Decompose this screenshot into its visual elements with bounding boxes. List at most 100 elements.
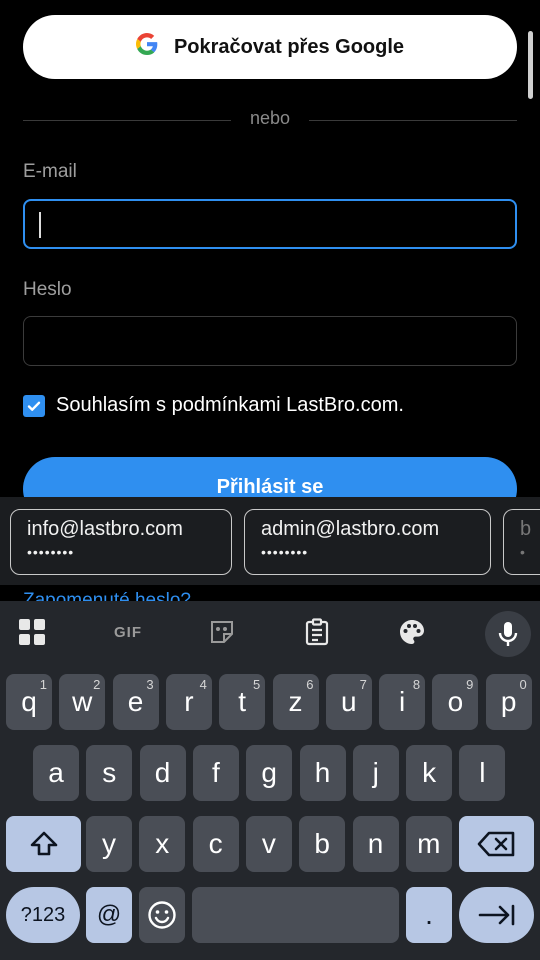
password-field[interactable] (23, 316, 517, 366)
suggestion-email: admin@lastbro.com (261, 518, 440, 540)
key-label: q (21, 686, 37, 717)
key-label: j (372, 757, 379, 788)
key-j[interactable]: j (352, 745, 399, 801)
key-label: n (367, 828, 384, 859)
key-number-hint: 5 (252, 677, 261, 692)
key-i[interactable]: i8 (379, 674, 426, 730)
key-label: z (288, 686, 303, 717)
key-label: l (479, 757, 486, 788)
apps-grid-icon[interactable] (14, 614, 50, 650)
key-label: h (314, 757, 331, 788)
divider-line-left (23, 120, 231, 121)
shift-icon (30, 831, 57, 856)
checkmark-icon (27, 401, 41, 411)
key-l[interactable]: l (459, 745, 506, 801)
key-label: r (184, 686, 194, 717)
key-number-hint: 1 (39, 677, 47, 692)
key-label: y (102, 828, 116, 859)
key-label: f (212, 757, 220, 788)
key-y[interactable]: y (86, 816, 132, 872)
key-label: m (417, 828, 441, 859)
key-v[interactable]: v (245, 816, 292, 872)
key-x[interactable]: x (139, 816, 186, 872)
text-cursor (39, 212, 41, 238)
key-label: x (155, 828, 170, 859)
consent-checkbox[interactable] (23, 395, 45, 417)
key-label: c (208, 828, 223, 859)
key-d[interactable]: d (139, 745, 186, 801)
key-w[interactable]: w2 (59, 674, 106, 730)
symbols-key[interactable]: ?123 (6, 887, 80, 943)
key-b[interactable]: b (299, 816, 346, 872)
key-t[interactable]: t5 (219, 674, 266, 730)
at-key[interactable]: @ (86, 887, 132, 943)
suggestion-email: b (520, 518, 532, 540)
palette-icon[interactable] (394, 614, 430, 650)
key-e[interactable]: e3 (112, 674, 159, 730)
key-number-hint: 3 (146, 677, 154, 692)
password-label: Heslo (23, 279, 72, 300)
key-label: s (102, 757, 117, 788)
key-number-hint: 7 (359, 677, 367, 692)
key-label: t (238, 686, 247, 717)
microphone-icon (498, 622, 518, 646)
key-m[interactable]: m (405, 816, 452, 872)
emoji-key[interactable] (139, 887, 185, 943)
key-h[interactable]: h (299, 745, 346, 801)
key-label: p (500, 686, 517, 717)
key-label: e (127, 686, 144, 717)
autofill-suggestion[interactable]: info@lastbro.com •••••••• (10, 509, 232, 575)
key-label: v (261, 828, 276, 859)
google-g-icon (135, 33, 158, 61)
email-label: E-mail (23, 161, 77, 182)
shift-key[interactable] (6, 816, 81, 872)
key-label: a (48, 757, 64, 788)
google-signin-button[interactable]: Pokračovat přes Google (23, 15, 517, 79)
key-a[interactable]: a (33, 745, 79, 801)
key-number-hint: 2 (93, 677, 101, 692)
key-s[interactable]: s (86, 745, 133, 801)
key-k[interactable]: k (406, 745, 453, 801)
key-f[interactable]: f (192, 745, 239, 801)
key-label: k (422, 757, 437, 788)
key-number-hint: 8 (412, 677, 421, 692)
google-signin-label: Pokračovat přes Google (173, 35, 405, 58)
key-p[interactable]: p0 (485, 674, 532, 730)
key-number-hint: 4 (199, 677, 207, 692)
key-number-hint: 9 (466, 677, 474, 692)
suggestion-email: info@lastbro.com (27, 518, 183, 540)
suggestion-password-mask: •••••••• (261, 544, 309, 560)
key-n[interactable]: n (352, 816, 399, 872)
key-label: g (261, 757, 277, 788)
email-field[interactable] (23, 199, 517, 249)
key-label: w (72, 686, 93, 717)
enter-arrow-icon (478, 904, 514, 926)
clipboard-icon[interactable] (299, 614, 335, 650)
sticker-icon[interactable] (204, 614, 240, 650)
key-q[interactable]: q1 (6, 674, 52, 730)
key-z[interactable]: z6 (272, 674, 319, 730)
space-key[interactable] (192, 887, 399, 943)
period-key[interactable]: . (406, 887, 452, 943)
enter-key[interactable] (459, 887, 534, 943)
key-label: o (447, 686, 464, 717)
suggestion-password-mask: • (520, 544, 526, 560)
key-g[interactable]: g (246, 745, 293, 801)
key-r[interactable]: r4 (165, 674, 212, 730)
key-o[interactable]: o9 (432, 674, 479, 730)
key-c[interactable]: c (192, 816, 239, 872)
backspace-key[interactable] (459, 816, 534, 872)
scrollbar[interactable] (528, 31, 533, 99)
key-label: d (154, 757, 171, 788)
divider-text: nebo (249, 108, 291, 128)
gif-button[interactable]: GIF (108, 614, 148, 650)
key-label: b (314, 828, 330, 859)
consent-label[interactable]: Souhlasím s podmínkami LastBro.com. (56, 394, 404, 417)
autofill-suggestion[interactable]: b • (503, 509, 540, 575)
key-number-hint: 6 (306, 677, 314, 692)
microphone-button[interactable] (485, 611, 531, 657)
autofill-suggestion[interactable]: admin@lastbro.com •••••••• (244, 509, 491, 575)
emoji-icon (148, 901, 176, 929)
key-label: u (341, 686, 357, 717)
key-u[interactable]: u7 (325, 674, 372, 730)
